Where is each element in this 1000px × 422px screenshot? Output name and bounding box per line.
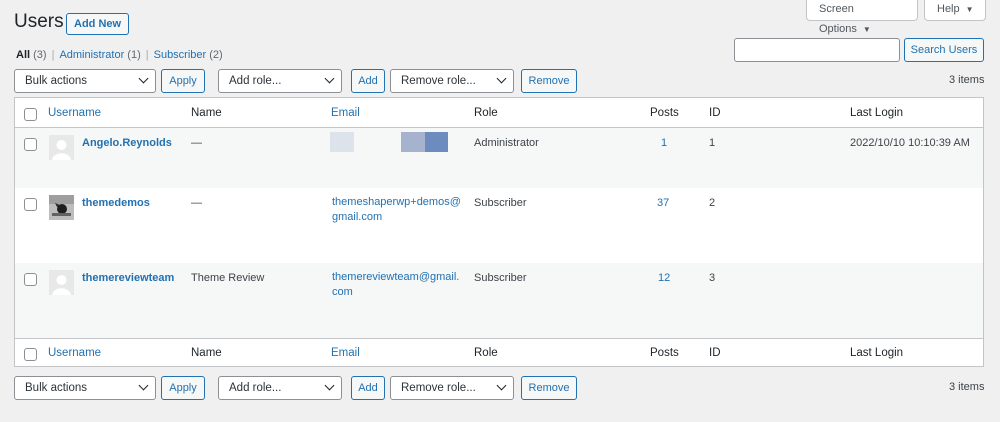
user-role: Administrator [474,137,539,149]
bulk-actions-value: Bulk actions [25,382,88,394]
filter-subscriber-count: (2) [209,49,223,61]
row-checkbox[interactable] [24,198,37,211]
filter-all-count: (3) [33,49,47,61]
row-checkbox[interactable] [24,273,37,286]
user-id: 2 [709,197,716,209]
column-email[interactable]: Email [331,107,360,119]
chevron-down-icon [324,380,335,391]
chevron-down-icon [324,73,335,84]
user-email-link[interactable]: themeshaperwp+demos@ gmail.com [332,195,461,225]
user-last-login: 2022/10/10 10:10:39 AM [850,137,970,149]
user-role: Subscriber [474,197,527,209]
chevron-down-icon [138,380,149,391]
column-username[interactable]: Username [48,107,101,119]
column-email[interactable]: Email [331,347,360,359]
add-role-select-bottom[interactable]: Add role... [218,376,342,400]
role-filter-links: All (3) | Administrator (1) | Subscriber (2) [16,49,223,61]
filter-administrator-count: (1) [127,49,141,61]
user-posts-link[interactable]: 37 [657,197,669,209]
column-last-login: Last Login [850,347,904,359]
apply-button-top[interactable]: Apply [161,69,205,93]
column-username[interactable]: Username [48,347,101,359]
caret-down-icon: ▼ [965,5,974,14]
redacted-email-block [425,132,448,152]
add-role-button-top[interactable]: Add [351,69,385,93]
column-last-login: Last Login [850,107,904,119]
table-row: themedemos — themeshaperwp+demos@ gmail.… [15,188,983,263]
user-role: Subscriber [474,272,527,284]
screen-options-label: Screen Options [819,3,857,35]
filter-administrator-link[interactable]: Administrator [59,49,124,61]
screen-options-button[interactable]: Screen Options ▼ [806,0,918,35]
search-input[interactable] [734,38,900,62]
username-link[interactable]: themereviewteam [82,272,174,284]
add-role-select-top[interactable]: Add role... [218,69,342,93]
filter-all-link[interactable]: All [16,49,30,61]
remove-role-value: Remove role... [401,75,476,87]
chevron-down-icon [496,380,507,391]
users-table: Username Name Email Role Posts ID Last L… [14,97,984,367]
remove-role-select-bottom[interactable]: Remove role... [390,376,514,400]
table-header-row: Username Name Email Role Posts ID Last L… [15,98,983,128]
column-name: Name [191,347,222,359]
select-all-checkbox[interactable] [24,108,37,121]
column-id: ID [709,107,721,119]
email-line: themereviewteam@gmail. [332,271,460,283]
column-id: ID [709,347,721,359]
bulk-actions-select-top[interactable]: Bulk actions [14,69,156,93]
table-row: themereviewteam Theme Review themereview… [15,263,983,338]
redacted-email-block [330,132,354,152]
remove-role-value: Remove role... [401,382,476,394]
column-posts: Posts [650,107,679,119]
bulk-actions-select-bottom[interactable]: Bulk actions [14,376,156,400]
email-line: gmail.com [332,211,383,223]
user-posts-link[interactable]: 12 [658,272,670,284]
email-line: com [332,286,353,298]
column-role: Role [474,107,498,119]
username-link[interactable]: Angelo.Reynolds [82,137,172,149]
page-title: Users [14,11,64,32]
row-checkbox[interactable] [24,138,37,151]
apply-button-bottom[interactable]: Apply [161,376,205,400]
column-name: Name [191,107,222,119]
add-new-button[interactable]: Add New [66,13,130,35]
chevron-down-icon [138,73,149,84]
add-role-value: Add role... [229,75,282,87]
help-button[interactable]: Help ▼ [924,0,986,21]
chevron-down-icon [496,73,507,84]
user-name: — [191,137,202,149]
add-role-button-bottom[interactable]: Add [351,376,385,400]
email-line: themeshaperwp+demos@ [332,196,461,208]
bulk-actions-value: Bulk actions [25,75,88,87]
remove-role-button-bottom[interactable]: Remove [521,376,577,400]
items-count-bottom: 3 items [949,381,985,393]
search-users-button[interactable]: Search Users [904,38,984,62]
table-footer-row: Username Name Email Role Posts ID Last L… [15,338,983,367]
avatar [49,135,74,160]
help-label: Help [937,3,960,15]
remove-role-select-top[interactable]: Remove role... [390,69,514,93]
user-name: Theme Review [191,272,265,284]
redacted-email-block [401,132,425,152]
caret-down-icon: ▼ [862,25,871,34]
remove-role-button-top[interactable]: Remove [521,69,577,93]
user-id: 1 [709,137,716,149]
user-name: — [191,197,202,209]
user-email-link[interactable]: themereviewteam@gmail. com [332,270,459,300]
column-role: Role [474,347,498,359]
avatar [49,270,74,295]
username-link[interactable]: themedemos [82,197,150,209]
user-posts-link[interactable]: 1 [661,137,667,149]
add-role-value: Add role... [229,382,282,394]
items-count-top: 3 items [949,74,985,86]
user-id: 3 [709,272,716,284]
table-row: Angelo.Reynolds — Administrator 1 1 2022… [15,128,983,188]
column-posts: Posts [650,347,679,359]
select-all-checkbox[interactable] [24,348,37,361]
avatar [49,195,74,220]
filter-subscriber-link[interactable]: Subscriber [154,49,207,61]
